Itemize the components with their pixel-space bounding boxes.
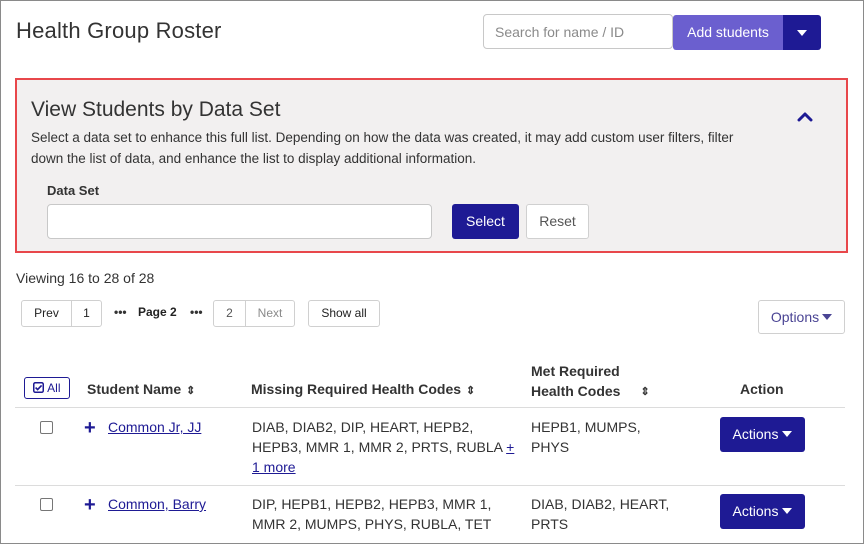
met-codes-header[interactable]: Met Required Health Codes ⇕ xyxy=(531,361,650,402)
caret-down-icon xyxy=(782,508,793,515)
search-input[interactable] xyxy=(483,14,673,49)
missing-codes-line: MMR 2, MUMPS, PHYS, RUBLA, TET xyxy=(252,516,492,532)
add-students-button[interactable]: Add students xyxy=(673,15,783,50)
actions-label: Actions xyxy=(732,503,779,519)
add-students-dropdown-button[interactable] xyxy=(783,15,821,50)
student-name-link[interactable]: Common Jr, JJ xyxy=(108,419,201,435)
table-header-divider xyxy=(15,407,845,408)
action-header: Action xyxy=(740,381,784,397)
viewing-count: Viewing 16 to 28 of 28 xyxy=(16,270,155,286)
options-label: Options xyxy=(770,309,820,325)
select-all-label: All xyxy=(47,381,61,395)
ellipsis-icon: ••• xyxy=(190,305,203,319)
data-set-field[interactable] xyxy=(47,204,432,239)
row-divider xyxy=(15,485,845,486)
select-button[interactable]: Select xyxy=(452,204,519,239)
expand-plus-icon[interactable]: + xyxy=(84,495,96,515)
page-2-button[interactable]: 2 xyxy=(213,300,246,327)
show-more-link[interactable]: 1 more xyxy=(252,457,522,477)
chevron-up-icon[interactable] xyxy=(797,110,813,122)
caret-down-icon xyxy=(782,431,793,438)
met-codes-line: DIAB, DIAB2, HEART, xyxy=(531,496,670,512)
missing-codes-cell: DIAB, DIAB2, DIP, HEART, HEPB2, HEPB3, M… xyxy=(252,417,522,477)
met-codes-cell: DIAB, DIAB2, HEART, PRTS xyxy=(531,494,669,534)
row-checkbox[interactable] xyxy=(40,421,53,434)
show-all-button[interactable]: Show all xyxy=(308,300,380,327)
reset-button[interactable]: Reset xyxy=(526,204,589,239)
missing-codes-header-label: Missing Required Health Codes xyxy=(251,381,462,397)
caret-down-icon xyxy=(822,314,833,321)
student-name-link[interactable]: Common, Barry xyxy=(108,496,206,512)
sort-icon: ⇕ xyxy=(640,386,650,399)
actions-button[interactable]: Actions xyxy=(720,494,805,529)
expand-plus-icon[interactable]: + xyxy=(84,418,96,438)
dataset-panel: View Students by Data Set Select a data … xyxy=(15,78,848,253)
caret-down-icon xyxy=(797,29,807,36)
page-1-button[interactable]: 1 xyxy=(71,300,102,327)
prev-page-button[interactable]: Prev xyxy=(21,300,72,327)
show-more-link[interactable]: + xyxy=(506,439,514,455)
ellipsis-icon: ••• xyxy=(114,305,127,319)
actions-label: Actions xyxy=(732,426,779,442)
current-page: Page 2 xyxy=(138,305,177,319)
select-all-button[interactable]: All xyxy=(24,377,70,399)
missing-codes-line: DIP, HEPB1, HEPB2, HEPB3, MMR 1, xyxy=(252,496,492,512)
sort-icon: ⇕ xyxy=(466,384,476,397)
met-codes-line: PRTS xyxy=(531,516,569,532)
data-set-label: Data Set xyxy=(47,183,100,198)
panel-title: View Students by Data Set xyxy=(31,98,281,121)
met-codes-line: PHYS xyxy=(531,439,570,455)
missing-codes-cell: DIP, HEPB1, HEPB2, HEPB3, MMR 1, MMR 2, … xyxy=(252,494,522,534)
checkbox-checked-icon xyxy=(33,382,45,393)
options-button[interactable]: Options xyxy=(758,300,845,334)
missing-codes-header[interactable]: Missing Required Health Codes ⇕ xyxy=(251,381,475,397)
met-codes-header-line1: Met Required xyxy=(531,363,620,379)
met-codes-line: HEPB1, MUMPS, xyxy=(531,419,641,435)
row-checkbox[interactable] xyxy=(40,498,53,511)
met-codes-cell: HEPB1, MUMPS, PHYS xyxy=(531,417,641,457)
met-codes-header-line2: Health Codes xyxy=(531,383,621,399)
missing-codes-line: DIAB, DIAB2, DIP, HEART, HEPB2, xyxy=(252,419,474,435)
page-title: Health Group Roster xyxy=(16,18,222,43)
missing-codes-line: HEPB3, MMR 1, MMR 2, PRTS, RUBLA xyxy=(252,439,503,455)
student-name-header-label: Student Name xyxy=(87,381,182,397)
sort-icon: ⇕ xyxy=(186,384,196,397)
student-name-header[interactable]: Student Name ⇕ xyxy=(87,381,195,397)
panel-description: Select a data set to enhance this full l… xyxy=(31,130,734,166)
actions-button[interactable]: Actions xyxy=(720,417,805,452)
next-page-button[interactable]: Next xyxy=(245,300,295,327)
